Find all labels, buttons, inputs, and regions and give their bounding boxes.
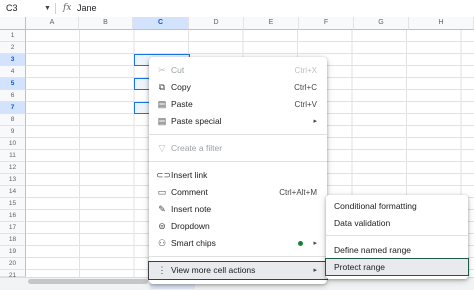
submenu-arrow-icon: ▸ — [313, 240, 317, 247]
menu-item-shortcut: Ctrl+Alt+M — [279, 188, 317, 197]
menu-item-smart-chips[interactable]: ⚇ Smart chips ▸ — [149, 235, 327, 252]
menu-divider — [149, 161, 327, 162]
row-header-17[interactable]: 17 — [0, 222, 26, 234]
row-header-16[interactable]: 16 — [0, 210, 26, 222]
formula-bar-divider — [55, 3, 56, 14]
column-header-a[interactable]: A — [26, 17, 79, 30]
new-badge-dot — [298, 241, 303, 246]
menu-item-insert-note[interactable]: ✎ Insert note — [149, 201, 327, 218]
chevron-down-icon[interactable]: ▼ — [44, 2, 51, 15]
menu-item-cut: ✂ Cut Ctrl+X — [149, 62, 327, 79]
menu-item-label: Insert note — [171, 204, 212, 214]
menu-item-create-filter: ▽ Create a filter — [149, 140, 327, 157]
column-header-h[interactable]: H — [409, 17, 474, 30]
submenu-arrow-icon: ▸ — [313, 267, 317, 274]
note-icon: ✎ — [158, 204, 166, 214]
menu-item-view-more-cell-actions[interactable]: ⋮ View more cell actions ▸ — [148, 261, 328, 280]
menu-divider — [149, 256, 327, 257]
submenu-item-protect-range[interactable]: Protect range — [325, 258, 469, 276]
row-header-8[interactable]: 8 — [0, 114, 26, 126]
row-header-1[interactable]: 1 — [0, 30, 26, 42]
cell-actions-submenu: Conditional formatting Data validation D… — [325, 195, 469, 279]
menu-item-dropdown[interactable]: ⊜ Dropdown — [149, 218, 327, 235]
comment-icon: ▭ — [157, 187, 167, 197]
row-header-9[interactable]: 9 — [0, 126, 26, 138]
fx-icon: fx — [63, 3, 72, 13]
context-menu: ✂ Cut Ctrl+X ⧉ Copy Ctrl+C ▤ Paste Ctrl+… — [148, 57, 328, 284]
menu-item-shortcut: Ctrl+C — [294, 83, 317, 92]
menu-item-label: View more cell actions — [171, 265, 256, 275]
link-icon: ⊂⊃ — [156, 170, 172, 180]
column-header-f[interactable]: F — [299, 17, 354, 30]
row-header-15[interactable]: 15 — [0, 198, 26, 210]
menu-item-copy[interactable]: ⧉ Copy Ctrl+C — [149, 79, 327, 96]
submenu-item-label: Protect range — [334, 262, 386, 272]
filter-icon: ▽ — [158, 143, 166, 153]
row-header-20[interactable]: 20 — [0, 258, 26, 270]
menu-item-shortcut: Ctrl+X — [294, 66, 317, 75]
column-header-e[interactable]: E — [244, 17, 299, 30]
menu-item-label: Smart chips — [171, 238, 216, 248]
row-header-2[interactable]: 2 — [0, 42, 26, 54]
row-header-12[interactable]: 12 — [0, 162, 26, 174]
row-header-14[interactable]: 14 — [0, 186, 26, 198]
row-header-21[interactable]: 21 — [0, 270, 26, 279]
row-header-18[interactable]: 18 — [0, 234, 26, 246]
submenu-arrow-icon: ▸ — [313, 118, 317, 125]
menu-item-label: Paste special — [171, 116, 222, 126]
dropdown-icon: ⊜ — [158, 221, 166, 231]
row-header-10[interactable]: 10 — [0, 138, 26, 150]
menu-item-shortcut: Ctrl+V — [294, 100, 317, 109]
menu-item-label: Cut — [171, 65, 185, 75]
row-header-19[interactable]: 19 — [0, 246, 26, 258]
paste-special-icon: ▤ — [157, 116, 167, 126]
submenu-item-define-named-range[interactable]: Define named range — [326, 242, 468, 258]
menu-item-label: Copy — [171, 82, 191, 92]
horizontal-scrollbar[interactable] — [28, 279, 148, 284]
formula-bar: C3 ▼ fx Jane — [0, 0, 474, 18]
row-header-11[interactable]: 11 — [0, 150, 26, 162]
menu-item-paste-special[interactable]: ▤ Paste special ▸ — [149, 113, 327, 130]
menu-item-insert-link[interactable]: ⊂⊃ Insert link — [149, 167, 327, 184]
menu-item-comment[interactable]: ▭ Comment Ctrl+Alt+M — [149, 184, 327, 201]
menu-divider — [149, 134, 327, 135]
select-all-corner[interactable] — [0, 17, 26, 30]
row-header-13[interactable]: 13 — [0, 174, 26, 186]
menu-item-label: Dropdown — [171, 221, 210, 231]
menu-item-label: Comment — [171, 187, 208, 197]
column-header-g[interactable]: G — [354, 17, 409, 30]
copy-icon: ⧉ — [158, 82, 166, 92]
row-header-5[interactable]: 5 — [0, 78, 26, 90]
scissors-icon: ✂ — [158, 65, 166, 75]
submenu-item-label: Define named range — [334, 245, 412, 255]
row-header-7[interactable]: 7 — [0, 102, 26, 114]
formula-input[interactable]: Jane — [77, 1, 97, 16]
menu-item-paste[interactable]: ▤ Paste Ctrl+V — [149, 96, 327, 113]
smart-chips-icon: ⚇ — [157, 238, 167, 248]
column-header-b[interactable]: B — [79, 17, 133, 30]
submenu-item-label: Conditional formatting — [334, 201, 417, 211]
menu-item-label: Create a filter — [171, 143, 223, 153]
menu-item-label: Insert link — [171, 170, 208, 180]
menu-item-label: Paste — [171, 99, 193, 109]
submenu-item-label: Data validation — [334, 218, 391, 228]
menu-divider — [326, 235, 468, 236]
column-header-d[interactable]: D — [189, 17, 244, 30]
row-header-4[interactable]: 4 — [0, 66, 26, 78]
row-header-3[interactable]: 3 — [0, 54, 26, 66]
more-vert-icon: ⋮ — [157, 265, 167, 275]
submenu-item-data-validation[interactable]: Data validation — [326, 215, 468, 231]
submenu-item-conditional-formatting[interactable]: Conditional formatting — [326, 198, 468, 214]
paste-icon: ▤ — [157, 99, 167, 109]
row-header-6[interactable]: 6 — [0, 90, 26, 102]
column-header-c[interactable]: C — [133, 17, 189, 30]
